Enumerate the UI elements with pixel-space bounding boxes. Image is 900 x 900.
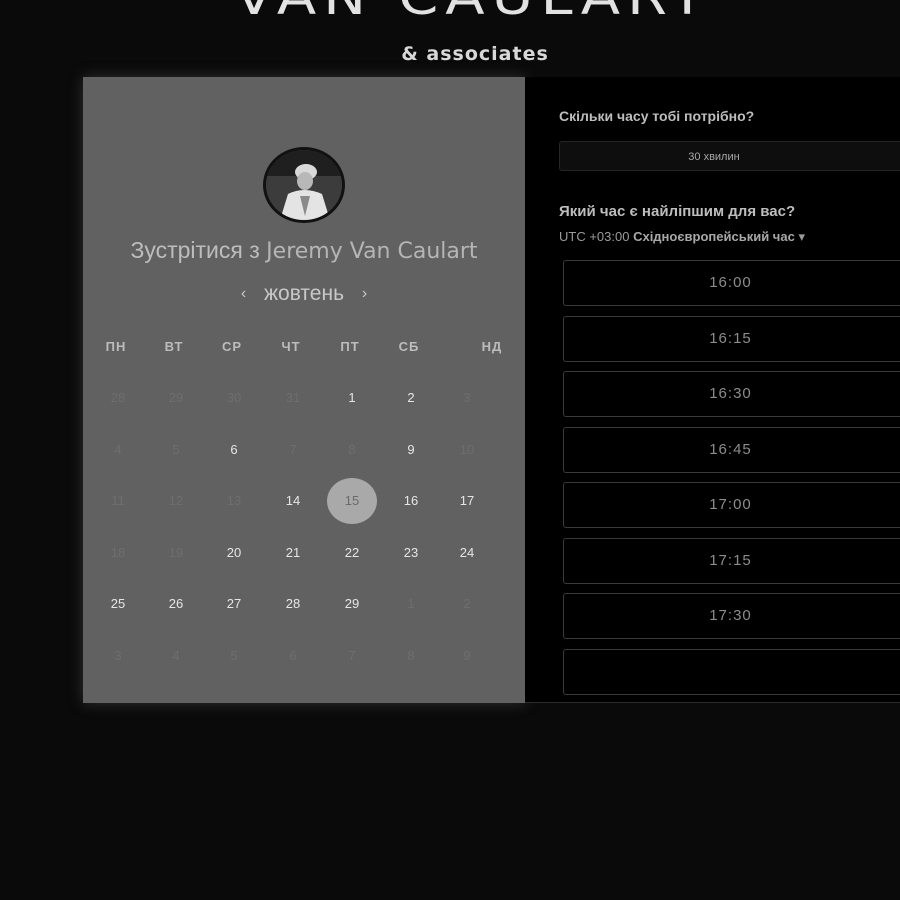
- weekday-label: ПН: [105, 339, 127, 354]
- weekday-label: ВТ: [164, 339, 184, 354]
- meeting-prefix: Зустрітися з: [130, 237, 260, 263]
- weekday-header: ПН ВТ СР ЧТ ПТ СБ НД: [83, 339, 525, 359]
- calendar-day: 4: [114, 441, 122, 457]
- calendar-day[interactable]: 26: [151, 581, 201, 627]
- calendar-day[interactable]: 23: [386, 530, 436, 576]
- calendar-day[interactable]: 14: [268, 478, 318, 524]
- calendar-day: 13: [226, 493, 242, 509]
- calendar-day: 19: [168, 544, 184, 560]
- timezone-offset: UTC +03:00: [559, 229, 630, 244]
- time-slot-button[interactable]: 17:30: [563, 593, 900, 639]
- calendar-day: 6: [289, 648, 297, 663]
- calendar-day: 12: [168, 493, 184, 509]
- calendar-day[interactable]: 27: [209, 581, 259, 627]
- timezone-select[interactable]: UTC +03:00 Східноєвропейський час ▾: [559, 229, 805, 245]
- calendar-day: 31: [285, 390, 301, 405]
- calendar-day: 1: [407, 596, 415, 612]
- calendar-day: 10: [459, 441, 475, 457]
- host-name: Jeremy Van Caulart: [266, 239, 478, 264]
- brand-subtitle: & associates: [401, 43, 549, 65]
- calendar-day[interactable]: 25: [93, 581, 143, 627]
- time-slot-button-partial[interactable]: [563, 648, 900, 695]
- calendar-day: 4: [172, 648, 180, 663]
- calendar-day: 5: [172, 441, 180, 457]
- calendar-day: 3: [114, 648, 122, 663]
- time-slot-button[interactable]: 16:15: [563, 315, 900, 362]
- calendar-day: 30: [226, 390, 242, 405]
- calendar-day: 18: [110, 544, 126, 560]
- weekday-label: СР: [221, 339, 243, 354]
- month-label: жовтень: [263, 282, 345, 306]
- meeting-title: Зустрітися з Jeremy Van Caulart: [83, 237, 525, 264]
- calendar-day[interactable]: 29: [327, 581, 377, 627]
- duration-question: Скільки часу тобі потрібно?: [559, 108, 755, 124]
- month-navigation: ‹ жовтень ›: [83, 282, 525, 310]
- calendar-day[interactable]: 20: [209, 530, 259, 576]
- weekday-label: ЧТ: [281, 339, 301, 354]
- time-slot-button[interactable]: 16:30: [563, 371, 900, 417]
- calendar-day: 9: [463, 648, 471, 663]
- next-month-icon[interactable]: ›: [362, 285, 367, 303]
- calendar-day-selected[interactable]: 15: [327, 478, 377, 525]
- host-avatar: [263, 147, 345, 223]
- calendar-day[interactable]: 1: [327, 375, 377, 421]
- weekday-label: ПТ: [340, 339, 360, 354]
- calendar-day: 11: [111, 493, 125, 509]
- calendar-day: 3: [463, 390, 471, 405]
- calendar-day[interactable]: 2: [386, 375, 436, 421]
- time-question: Який час є найліпшим для вас?: [559, 203, 796, 220]
- calendar-day: 2: [463, 596, 471, 612]
- calendar-day: 7: [289, 441, 297, 457]
- calendar-day: 28: [110, 390, 126, 405]
- calendar-day: 8: [348, 441, 356, 457]
- calendar-day: 7: [348, 648, 356, 663]
- calendar-day[interactable]: 9: [386, 427, 436, 473]
- panel-divider: [525, 702, 900, 703]
- calendar-day[interactable]: 24: [442, 530, 492, 576]
- time-slot-button[interactable]: 16:00: [563, 260, 900, 306]
- calendar-day: 8: [407, 648, 415, 663]
- calendar-panel: Зустрітися з Jeremy Van Caulart ‹ жовтен…: [83, 77, 525, 703]
- calendar-day[interactable]: 22: [327, 530, 377, 576]
- weekday-label: СБ: [398, 339, 420, 354]
- weekday-label: НД: [481, 339, 503, 354]
- brand-title: VAN CAULART: [0, 0, 900, 22]
- calendar-day: 29: [168, 390, 184, 405]
- booking-panel: Скільки часу тобі потрібно? 30 хвилин Як…: [525, 77, 900, 703]
- calendar-day[interactable]: 6: [209, 427, 259, 473]
- time-slot-button[interactable]: 17:15: [563, 537, 900, 584]
- calendar-day[interactable]: 28: [268, 581, 318, 627]
- timezone-name: Східноєвропейський час: [633, 229, 795, 244]
- duration-select[interactable]: 30 хвилин: [559, 141, 900, 171]
- calendar-day[interactable]: 17: [442, 478, 492, 524]
- time-slot-button[interactable]: 17:00: [563, 482, 900, 528]
- prev-month-icon[interactable]: ‹: [241, 285, 246, 303]
- calendar-day: 5: [230, 648, 238, 663]
- chevron-down-icon: ▾: [798, 229, 805, 244]
- time-slot-button[interactable]: 16:45: [563, 426, 900, 473]
- calendar-day[interactable]: 21: [268, 530, 318, 576]
- calendar-day[interactable]: 16: [386, 478, 436, 524]
